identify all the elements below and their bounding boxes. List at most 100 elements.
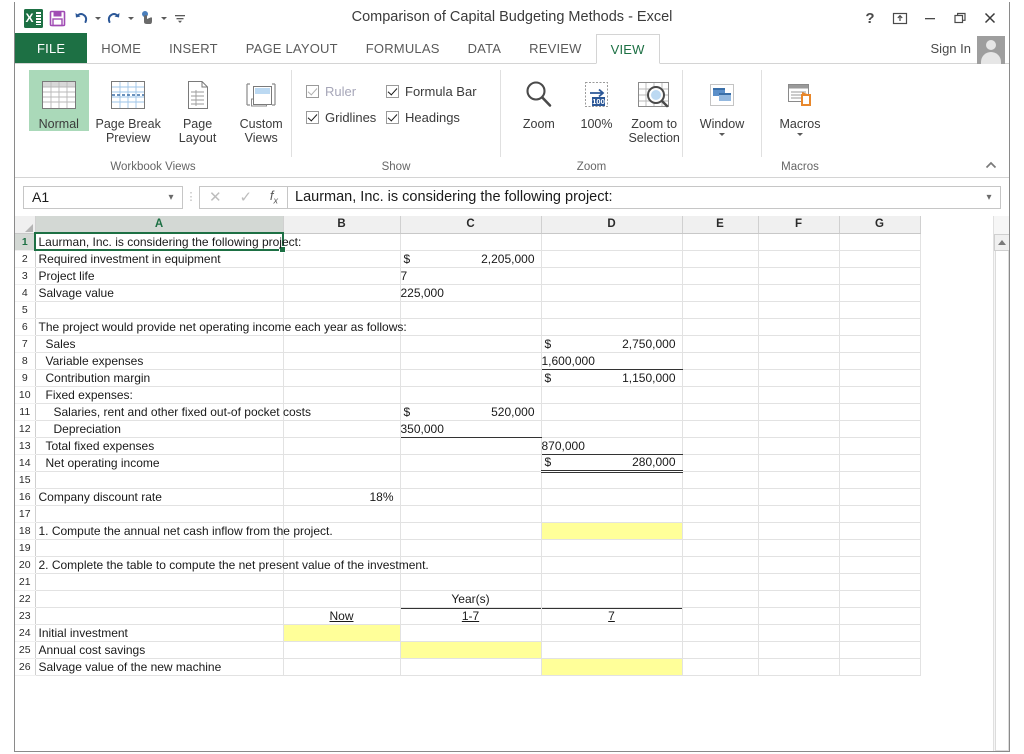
cell-g19[interactable] — [839, 539, 921, 557]
cell-f15[interactable] — [758, 471, 840, 489]
cancel-icon[interactable]: ✕ — [209, 188, 222, 206]
redo-dropdown-icon[interactable] — [126, 6, 135, 30]
tab-view[interactable]: VIEW — [595, 34, 660, 64]
cell-f25[interactable] — [758, 641, 840, 659]
tab-insert[interactable]: INSERT — [155, 33, 232, 63]
insert-function-icon[interactable]: fx — [270, 188, 278, 206]
formula-input[interactable]: Laurman, Inc. is considering the followi… — [287, 185, 1001, 209]
normal-view-button[interactable]: Normal — [29, 70, 89, 131]
cell-c24[interactable] — [400, 624, 542, 642]
cell-e18[interactable] — [682, 522, 759, 540]
cell-d22[interactable] — [541, 590, 683, 608]
cell-b10[interactable] — [283, 386, 401, 404]
custom-views-button[interactable]: Custom Views — [231, 70, 291, 145]
cell-d21[interactable] — [541, 573, 683, 591]
row-header-20[interactable]: 20 — [15, 556, 36, 574]
collapse-ribbon-icon[interactable] — [983, 157, 999, 173]
cell-g13[interactable] — [839, 437, 921, 455]
cell-c21[interactable] — [400, 573, 542, 591]
cell-a6[interactable]: The project would provide net operating … — [35, 318, 407, 336]
window-dropdown-icon[interactable] — [719, 133, 725, 136]
cell-f4[interactable] — [758, 284, 840, 302]
cell-b16[interactable]: 18% — [283, 488, 401, 506]
cell-d3[interactable] — [541, 267, 683, 285]
close-button[interactable] — [975, 4, 1005, 32]
row-header-15[interactable]: 15 — [15, 471, 36, 489]
tab-data[interactable]: DATA — [454, 33, 516, 63]
cell-e16[interactable] — [682, 488, 759, 506]
row-header-24[interactable]: 24 — [15, 624, 36, 642]
cell-a10[interactable]: Fixed expenses: — [35, 386, 284, 404]
row-header-8[interactable]: 8 — [15, 352, 36, 370]
cell-f3[interactable] — [758, 267, 840, 285]
cell-e13[interactable] — [682, 437, 759, 455]
cell-d10[interactable] — [541, 386, 683, 404]
zoom-button[interactable]: Zoom — [511, 70, 567, 131]
cell-f1[interactable] — [758, 233, 840, 251]
page-break-preview-button[interactable]: Page Break Preview — [93, 70, 164, 145]
cell-a26[interactable]: Salvage value of the new machine — [35, 658, 284, 676]
cell-g7[interactable] — [839, 335, 921, 353]
scroll-up-icon[interactable] — [993, 234, 1009, 251]
cell-e11[interactable] — [682, 403, 759, 421]
cell-b23[interactable]: Now — [283, 607, 401, 625]
cell-b19[interactable] — [283, 539, 401, 557]
avatar[interactable] — [977, 36, 1005, 64]
cell-b3[interactable] — [283, 267, 401, 285]
cell-e3[interactable] — [682, 267, 759, 285]
cell-f18[interactable] — [758, 522, 840, 540]
cell-f13[interactable] — [758, 437, 840, 455]
sign-in-link[interactable]: Sign In — [931, 41, 971, 56]
cell-b4[interactable] — [283, 284, 401, 302]
row-header-22[interactable]: 22 — [15, 590, 36, 608]
row-header-17[interactable]: 17 — [15, 505, 36, 523]
cell-b21[interactable] — [283, 573, 401, 591]
undo-dropdown-icon[interactable] — [93, 6, 102, 30]
row-header-5[interactable]: 5 — [15, 301, 36, 319]
cell-d25[interactable] — [541, 641, 683, 659]
cell-d6[interactable] — [541, 318, 683, 336]
cell-c13[interactable] — [400, 437, 542, 455]
cell-g25[interactable] — [839, 641, 921, 659]
ruler-checkbox[interactable]: Ruler — [306, 78, 386, 104]
cell-d12[interactable] — [541, 420, 683, 438]
window-button[interactable]: Window — [690, 70, 754, 136]
cell-c18[interactable] — [400, 522, 542, 540]
cell-g21[interactable] — [839, 573, 921, 591]
cell-a24[interactable]: Initial investment — [35, 624, 284, 642]
tab-formulas[interactable]: FORMULAS — [352, 33, 454, 63]
cell-a12[interactable]: Depreciation — [35, 420, 284, 438]
cell-g2[interactable] — [839, 250, 921, 268]
cell-a18[interactable]: 1. Compute the annual net cash inflow fr… — [35, 522, 333, 540]
cell-g1[interactable] — [839, 233, 921, 251]
row-header-14[interactable]: 14 — [15, 454, 36, 472]
cell-e23[interactable] — [682, 607, 759, 625]
cell-c17[interactable] — [400, 505, 542, 523]
cell-g8[interactable] — [839, 352, 921, 370]
cell-d4[interactable] — [541, 284, 683, 302]
cell-d11[interactable] — [541, 403, 683, 421]
cell-c19[interactable] — [400, 539, 542, 557]
cell-c5[interactable] — [400, 301, 542, 319]
cell-d8[interactable]: 1,600,000 — [541, 352, 683, 370]
name-box[interactable]: A1 ▾ — [23, 185, 183, 209]
cell-d13[interactable]: 870,000 — [541, 437, 683, 455]
cell-a21[interactable] — [35, 573, 284, 591]
cell-a1[interactable]: Laurman, Inc. is considering the followi… — [34, 232, 301, 252]
cell-f19[interactable] — [758, 539, 840, 557]
cell-e1[interactable] — [682, 233, 759, 251]
redo-icon[interactable] — [102, 6, 126, 30]
cell-d7[interactable]: $2,750,000 — [541, 335, 683, 353]
cell-f9[interactable] — [758, 369, 840, 387]
cell-f16[interactable] — [758, 488, 840, 506]
cell-c1[interactable] — [400, 233, 542, 251]
row-header-10[interactable]: 10 — [15, 386, 36, 404]
cell-c12[interactable]: 350,000 — [400, 420, 542, 438]
cell-e4[interactable] — [682, 284, 759, 302]
cell-a16[interactable]: Company discount rate — [35, 488, 284, 506]
cell-g4[interactable] — [839, 284, 921, 302]
column-header-a[interactable]: A — [35, 216, 284, 234]
tab-page-layout[interactable]: PAGE LAYOUT — [232, 33, 352, 63]
cell-a11[interactable]: Salaries, rent and other fixed out-of po… — [35, 403, 311, 421]
cell-e24[interactable] — [682, 624, 759, 642]
